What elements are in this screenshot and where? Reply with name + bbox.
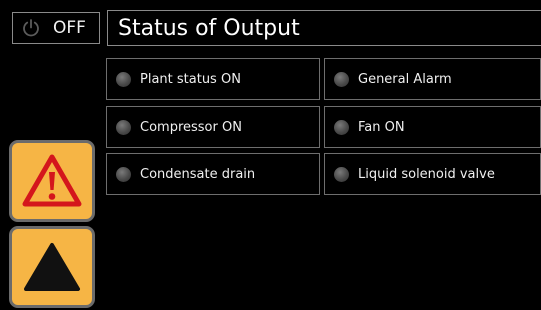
output-label: General Alarm: [358, 71, 452, 87]
up-arrow-icon: [24, 243, 80, 291]
output-liquid-solenoid-valve: Liquid solenoid valve: [324, 153, 541, 195]
alarm-button[interactable]: [9, 140, 95, 222]
power-state-label: OFF: [53, 18, 86, 38]
status-led-icon: [116, 71, 131, 87]
page-title: Status of Output: [118, 15, 300, 41]
output-condensate-drain: Condensate drain: [106, 153, 320, 195]
status-led-icon: [334, 119, 349, 135]
output-label: Compressor ON: [140, 119, 242, 135]
status-led-icon: [334, 166, 349, 182]
output-label: Condensate drain: [140, 166, 256, 182]
header-bar: Status of Output: [107, 10, 541, 46]
power-icon: [23, 19, 39, 37]
status-led-icon: [116, 119, 131, 135]
status-led-icon: [116, 166, 131, 182]
output-label: Liquid solenoid valve: [358, 166, 495, 182]
power-toggle[interactable]: OFF: [12, 12, 100, 44]
output-plant-status: Plant status ON: [106, 58, 320, 100]
output-compressor: Compressor ON: [106, 106, 320, 148]
output-fan: Fan ON: [324, 106, 541, 148]
warning-triangle-icon: [22, 154, 82, 207]
hmi-screen: OFF Status of Output Plant status ON Gen…: [0, 0, 541, 310]
status-led-icon: [334, 71, 349, 87]
up-button[interactable]: [9, 226, 95, 308]
output-general-alarm: General Alarm: [324, 58, 541, 100]
output-label: Fan ON: [358, 119, 405, 135]
output-label: Plant status ON: [140, 71, 241, 87]
